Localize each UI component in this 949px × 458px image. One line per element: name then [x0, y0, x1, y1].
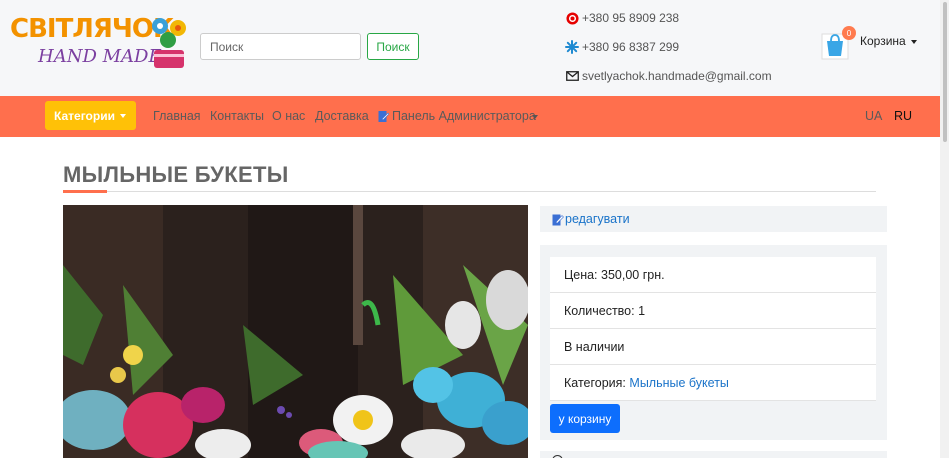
price-row: Цена: 350,00 грн. [550, 257, 876, 293]
search-input[interactable] [200, 33, 361, 60]
contact-phone-vodafone: +380 95 8909 238 [565, 10, 679, 26]
edit-pencil-icon [552, 214, 564, 225]
cart-dropdown[interactable]: Корзина [860, 34, 906, 48]
logo-text-bottom: HAND MADE [38, 46, 162, 67]
category-label: Категория: [564, 376, 626, 390]
admin-caret-icon [532, 115, 538, 119]
edit-product-label: редагувати [565, 212, 630, 226]
quantity-row: Количество: 1 [550, 293, 876, 329]
price-text: Цена: 350,00 грн. [564, 268, 665, 282]
edit-product-link[interactable]: редагувати [552, 212, 630, 226]
search-button[interactable]: Поиск [367, 33, 419, 60]
edit-document-icon [378, 111, 389, 122]
flower-basket-icon [152, 18, 186, 68]
lang-ua[interactable]: UA [865, 109, 882, 123]
quantity-text: Количество: 1 [564, 304, 646, 318]
nav-admin-panel[interactable]: Панель Администратора [392, 109, 536, 123]
caret-down-icon [120, 114, 126, 118]
lang-ru[interactable]: RU [894, 109, 912, 123]
add-to-cart-button[interactable]: у корзину [550, 404, 620, 433]
nav-link-about[interactable]: О нас [272, 109, 305, 123]
page-title: МЫЛЬНЫЕ БУКЕТЫ [63, 162, 289, 187]
cart-count-badge: 0 [842, 26, 856, 40]
product-photo[interactable] [63, 205, 528, 458]
categories-label: Категории [54, 108, 115, 123]
nav-link-home[interactable]: Главная [153, 109, 201, 123]
category-link[interactable]: Мыльные букеты [629, 376, 729, 390]
next-panel [540, 451, 887, 458]
availability-text: В наличии [564, 340, 625, 354]
email-text: svetlyachok.handmade@gmail.com [582, 69, 772, 83]
nav-link-delivery[interactable]: Доставка [315, 109, 369, 123]
contact-email: svetlyachok.handmade@gmail.com [565, 68, 772, 84]
categories-button[interactable]: Категории [45, 101, 136, 130]
category-row: Категория: Мыльные букеты [550, 365, 876, 401]
availability-row: В наличии [550, 329, 876, 365]
scrollbar-thumb[interactable] [943, 2, 947, 142]
title-divider [63, 191, 876, 192]
phone-kyivstar-text: +380 96 8387 299 [582, 40, 680, 54]
nav-link-contacts[interactable]: Контакты [210, 109, 264, 123]
envelope-icon [565, 69, 579, 83]
vodafone-icon [565, 11, 579, 25]
title-accent-bar [63, 190, 107, 193]
contact-phone-kyivstar: +380 96 8387 299 [565, 39, 679, 55]
kyivstar-icon [565, 40, 579, 54]
cart-caret-icon [911, 40, 917, 44]
site-logo[interactable]: СВІТЛЯЧОК HAND MADE [8, 14, 190, 74]
main-navbar: Категории Главная Контакты О нас Доставк… [0, 96, 940, 137]
phone-vodafone-text: +380 95 8909 238 [582, 11, 680, 25]
